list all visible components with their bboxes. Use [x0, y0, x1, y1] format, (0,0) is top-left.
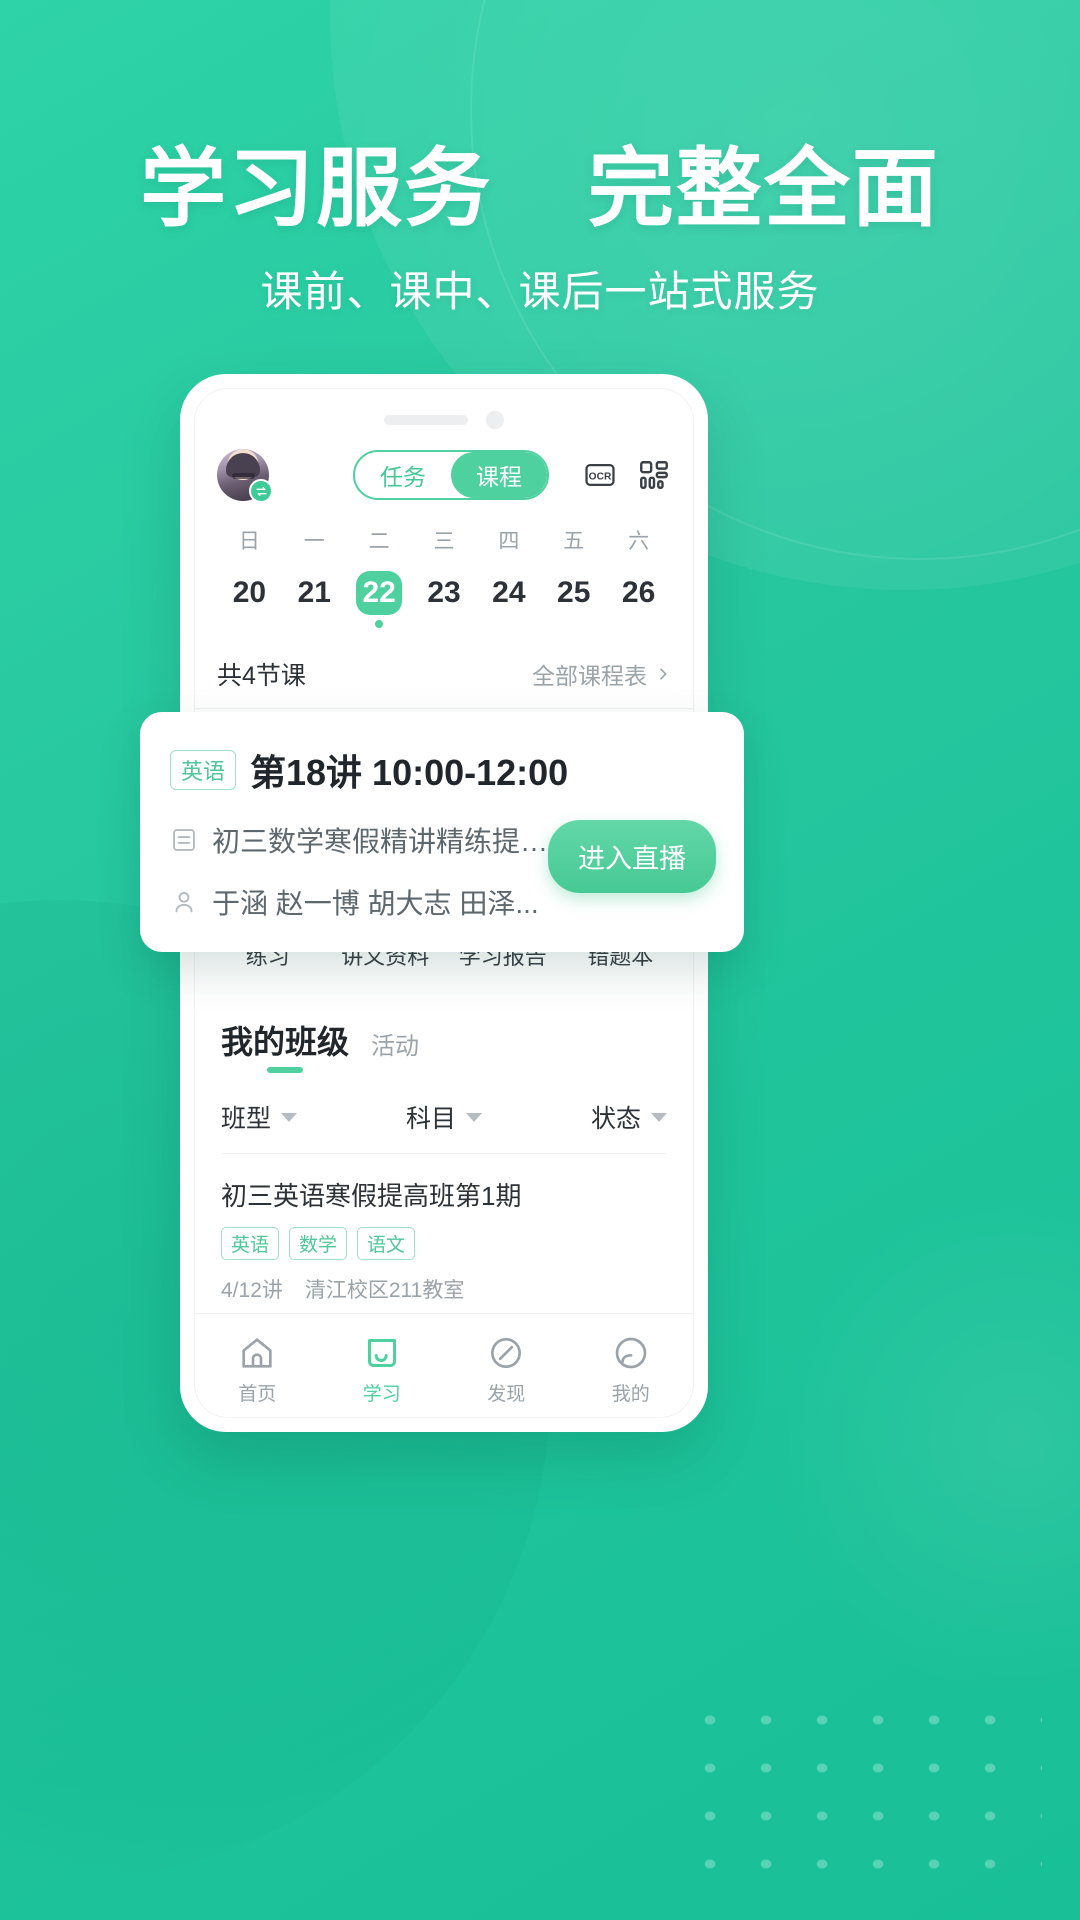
page-subtitle: 课前、课中、课后一站式服务 — [260, 268, 820, 315]
class-meta-lessons: 4/12讲 — [221, 1279, 283, 1302]
tabbar-label-discover: 发现 — [487, 1384, 526, 1405]
headline-left: 学习服务 — [140, 141, 493, 237]
date-label-0: 20 — [232, 576, 267, 609]
calendar-day-0[interactable]: 20 — [217, 571, 282, 628]
header-icons: OCR — [583, 458, 671, 492]
filter-class-type-label: 班型 — [221, 1105, 272, 1133]
date-label-1: 21 — [297, 576, 331, 609]
qrcode-icon[interactable] — [637, 458, 671, 492]
all-schedule-label: 全部课程表 — [532, 663, 647, 689]
lesson-count-label: 共4节课 — [217, 662, 306, 690]
filter-status-label: 状态 — [591, 1105, 642, 1133]
date-label-5: 25 — [557, 576, 591, 609]
dow-4: 四 — [498, 530, 520, 553]
calendar-dow-row: 日 一 二 三 四 五 六 — [217, 525, 671, 571]
tabbar-item-profile[interactable]: 我的 — [569, 1333, 694, 1406]
my-class-section: 我的班级 活动 班型 科目 状态 初三英语寒假提高班第1期 英语 数学 语文 4… — [195, 991, 693, 1318]
lesson-count-row: 共4节课 全部课程表 — [195, 634, 693, 709]
week-calendar: 日 一 二 三 四 五 六 20 21 22 23 24 25 26 — [195, 507, 693, 634]
bg-dot-grid — [682, 1696, 1042, 1876]
compass-icon — [486, 1333, 526, 1373]
tabbar-label-home: 首页 — [238, 1384, 277, 1405]
filter-class-type[interactable]: 班型 — [221, 1099, 370, 1135]
app-header: 任务 课程 OCR — [195, 437, 693, 507]
dow-6: 六 — [628, 530, 650, 553]
date-label-4: 24 — [492, 576, 526, 609]
status-badge: 数学 — [289, 1227, 348, 1260]
subject-badge: 英语 — [170, 750, 237, 790]
calendar-day-4[interactable]: 24 — [476, 571, 541, 628]
class-meta-room: 清江校区211教室 — [304, 1279, 465, 1302]
profile-icon — [611, 1333, 651, 1373]
date-label-6: 26 — [621, 576, 656, 609]
calendar-day-3[interactable]: 23 — [412, 571, 477, 628]
swap-icon[interactable] — [249, 479, 273, 503]
calendar-day-5[interactable]: 25 — [541, 571, 606, 628]
lesson-title: 第18讲 10:00-12:00 — [250, 752, 569, 793]
tabbar-item-study[interactable]: 学习 — [320, 1333, 445, 1406]
calendar-date-row: 20 21 22 23 24 25 26 — [217, 571, 671, 628]
tabbar-label-study: 学习 — [362, 1384, 401, 1405]
svg-text:OCR: OCR — [589, 471, 612, 482]
my-class-tabs: 我的班级 活动 — [221, 1017, 667, 1073]
filter-row: 班型 科目 状态 — [221, 1073, 668, 1154]
headline-right: 完整全面 — [587, 141, 940, 237]
tab-active-underline — [267, 1067, 303, 1073]
date-label-2: 22 — [356, 571, 403, 615]
avatar[interactable] — [217, 449, 273, 503]
dow-3: 三 — [433, 530, 455, 553]
calendar-day-2[interactable]: 22 — [347, 571, 412, 628]
tab-courses[interactable]: 课程 — [451, 452, 547, 498]
chevron-down-icon — [466, 1112, 483, 1122]
calendar-day-6[interactable]: 26 — [606, 571, 671, 628]
lesson-teachers: 于涵 赵一博 胡大志 田泽... — [212, 888, 539, 919]
chevron-down-icon — [651, 1112, 668, 1122]
class-tags: 英语 数学 语文 — [221, 1227, 667, 1260]
page-title: 学习服务 完整全面 — [0, 118, 1080, 243]
enter-live-button[interactable]: 进入直播 — [548, 820, 716, 893]
dow-5: 五 — [563, 530, 585, 553]
chevron-down-icon — [281, 1112, 298, 1122]
promo-page: 学习服务 完整全面 课前、课中、课后一站式服务 任务 课程 OCR 日 一 二 … — [0, 0, 1080, 1920]
tabbar-label-profile: 我的 — [611, 1384, 650, 1405]
tab-activity[interactable]: 活动 — [371, 1026, 419, 1073]
dow-0: 日 — [238, 530, 260, 553]
class-title: 初三英语寒假提高班第1期 — [221, 1181, 522, 1211]
lesson-card-header: 英语 第18讲 10:00-12:00 — [170, 744, 714, 796]
calendar-day-1[interactable]: 21 — [282, 571, 347, 628]
speaker-grille — [384, 415, 468, 425]
chevron-right-icon — [660, 668, 667, 680]
tabbar-item-home[interactable]: 首页 — [195, 1333, 320, 1406]
home-icon — [237, 1333, 277, 1373]
filter-status[interactable]: 状态 — [518, 1099, 668, 1135]
bottom-tabbar: 首页 学习 发现 我的 — [195, 1313, 693, 1417]
list-item[interactable]: 初三英语寒假提高班第1期 英语 数学 语文 4/12讲 清江校区211教室 — [221, 1154, 667, 1318]
bg-blob-right — [760, 1180, 1080, 1700]
tabbar-item-discover[interactable]: 发现 — [444, 1333, 569, 1406]
book-icon — [362, 1333, 402, 1373]
tab-my-class-label: 我的班级 — [221, 1024, 350, 1060]
filter-subject[interactable]: 科目 — [370, 1099, 519, 1135]
ocr-icon[interactable]: OCR — [583, 458, 617, 492]
lesson-card[interactable]: 英语 第18讲 10:00-12:00 初三数学寒假精讲精练提高班... 于涵 … — [140, 712, 744, 952]
front-camera — [486, 411, 504, 429]
phone-notch — [195, 389, 693, 437]
all-schedule-link[interactable]: 全部课程表 — [532, 657, 671, 691]
status-badge: 英语 — [221, 1227, 280, 1260]
list-icon — [170, 826, 198, 854]
class-meta: 4/12讲 清江校区211教室 — [221, 1274, 667, 1304]
calendar-day-dot — [375, 620, 384, 628]
date-label-3: 23 — [427, 576, 461, 609]
status-badge: 语文 — [357, 1227, 416, 1260]
dow-2: 二 — [368, 530, 390, 553]
tab-tasks[interactable]: 任务 — [355, 452, 451, 498]
segmented-control[interactable]: 任务 课程 — [353, 450, 549, 500]
person-icon — [170, 888, 198, 916]
lesson-course-name: 初三数学寒假精讲精练提高班... — [212, 826, 572, 857]
filter-subject-label: 科目 — [406, 1105, 457, 1133]
dow-1: 一 — [303, 530, 325, 553]
tab-my-class[interactable]: 我的班级 — [221, 1017, 349, 1073]
